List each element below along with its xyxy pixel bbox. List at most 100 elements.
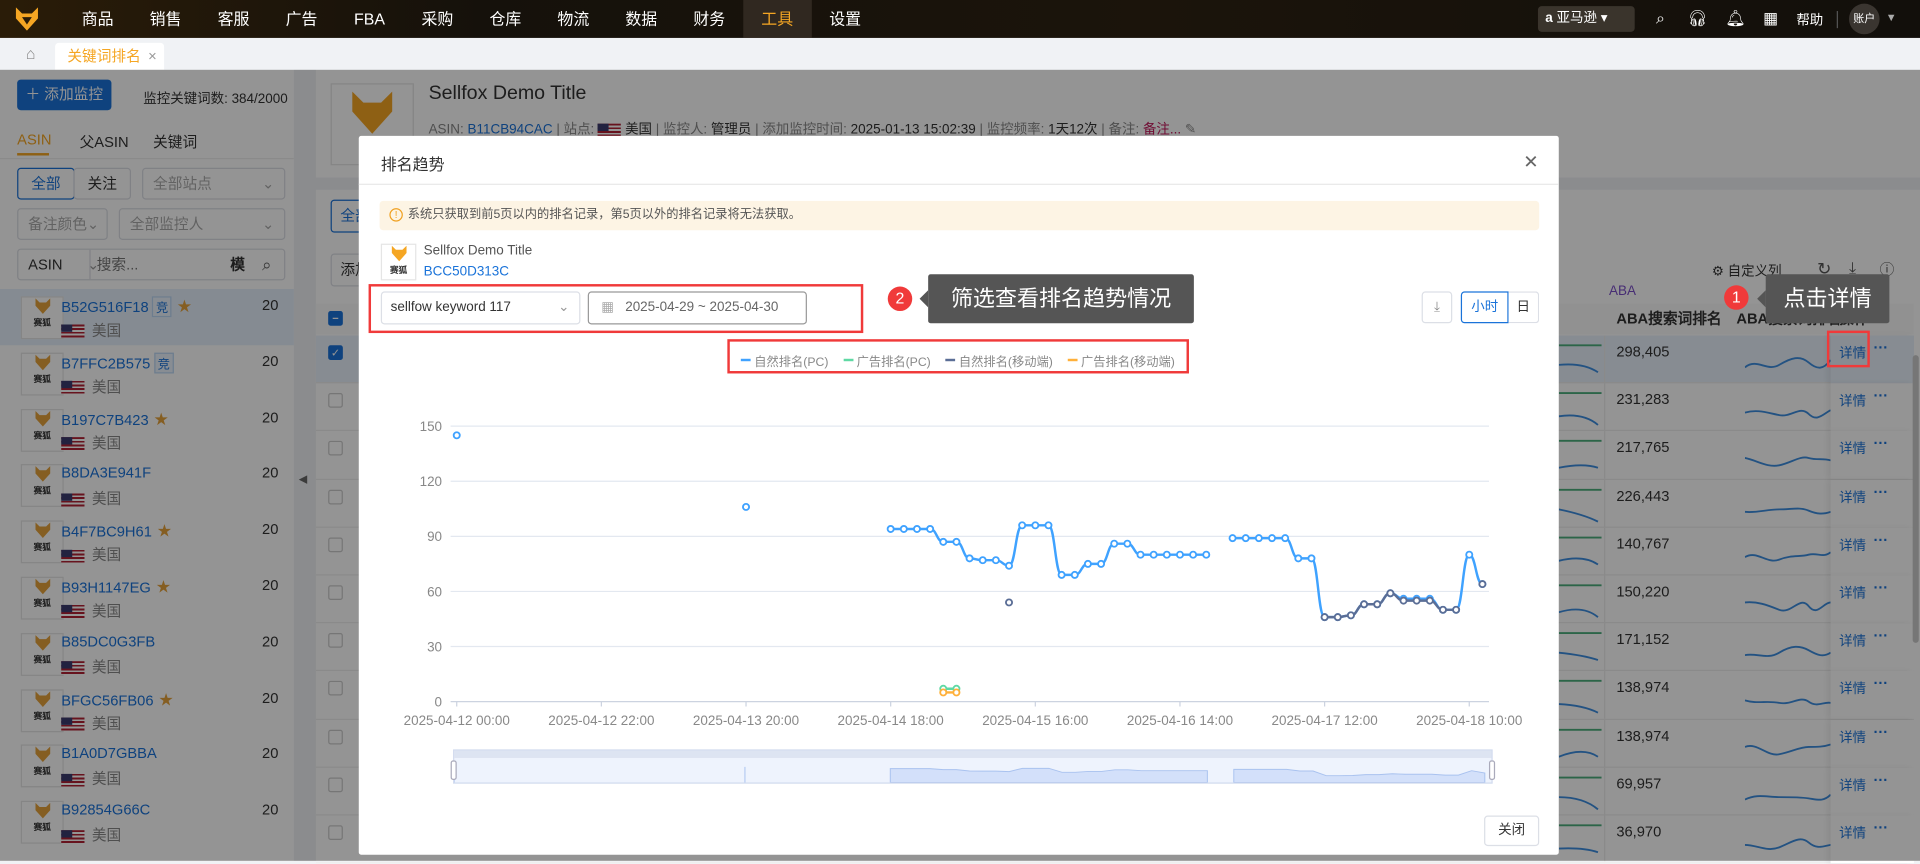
data-point[interactable] [952, 688, 961, 697]
highlight-detail-box [1826, 330, 1870, 368]
data-point[interactable] [1031, 521, 1040, 530]
data-point[interactable] [1281, 534, 1290, 543]
data-point[interactable] [1202, 550, 1211, 559]
info-alert: ! 系统只获取到前5页以内的排名记录，第5页以外的排名记录将无法获取。 [379, 200, 1540, 231]
nav-item[interactable]: 采购 [403, 0, 471, 38]
data-point[interactable] [1228, 534, 1237, 543]
data-point[interactable] [1005, 561, 1013, 570]
data-point[interactable] [899, 525, 908, 533]
step-1-badge: 1 [1724, 285, 1749, 310]
data-point[interactable] [1254, 534, 1263, 543]
warning-icon: ! [389, 208, 403, 222]
data-point[interactable] [912, 525, 921, 533]
close-button[interactable]: 关闭 [1484, 815, 1540, 847]
rank-trend-modal: 排名趋势 ✕ ! 系统只获取到前5页以内的排名记录，第5页以外的排名记录将无法获取… [358, 135, 1559, 855]
data-point[interactable] [1412, 596, 1421, 605]
slider-right-handle[interactable] [1488, 760, 1496, 781]
data-point[interactable] [939, 688, 948, 697]
slider-left-handle[interactable] [450, 760, 457, 781]
modal-product-asin[interactable]: BCC50D313C [424, 264, 509, 279]
data-point[interactable] [886, 525, 895, 533]
nav-item[interactable]: 设置 [811, 0, 879, 38]
data-point[interactable] [1175, 550, 1184, 559]
apps-grid-icon[interactable]: ▦ [1761, 9, 1781, 29]
data-point[interactable] [1189, 550, 1198, 559]
nav-item[interactable]: 工具 [743, 0, 812, 38]
data-point[interactable] [1044, 521, 1053, 530]
data-point[interactable] [1083, 559, 1092, 568]
y-tick-label: 60 [427, 584, 442, 599]
nav-item[interactable]: FBA [336, 0, 404, 38]
data-point[interactable] [1465, 550, 1474, 559]
data-point[interactable] [952, 537, 961, 546]
data-point[interactable] [991, 556, 1000, 565]
search-icon[interactable]: ⌕ [1651, 9, 1671, 29]
slider-drag-bar[interactable] [454, 750, 1492, 758]
export-download-icon[interactable]: ⤓ [1421, 291, 1453, 324]
bell-icon[interactable]: 🔔︎ [1725, 9, 1745, 29]
data-point[interactable] [1452, 605, 1461, 614]
nav-item[interactable]: 商品 [64, 0, 132, 38]
data-point[interactable] [1136, 550, 1145, 559]
data-point[interactable] [978, 556, 987, 565]
data-point[interactable] [1005, 598, 1013, 607]
data-point[interactable] [1268, 534, 1276, 543]
nav-item[interactable]: 数据 [607, 0, 675, 38]
data-point[interactable] [1307, 554, 1316, 563]
data-point[interactable] [1320, 613, 1329, 622]
y-tick-label: 0 [435, 695, 442, 710]
tab-keyword-rank[interactable]: 关键词排名 × [55, 42, 165, 70]
nav-item[interactable]: 财务 [675, 0, 743, 38]
home-icon[interactable]: ⌂ [20, 44, 42, 66]
data-point[interactable] [1162, 550, 1171, 559]
data-zoom-slider[interactable] [450, 749, 1496, 784]
data-point[interactable] [1057, 570, 1066, 579]
data-point[interactable] [1149, 550, 1158, 559]
data-point[interactable] [1373, 600, 1382, 609]
data-point[interactable] [1018, 521, 1027, 530]
granularity-hour-button[interactable]: 小时 [1460, 291, 1509, 324]
data-point[interactable] [1478, 580, 1487, 589]
data-point[interactable] [1294, 554, 1303, 563]
data-point[interactable] [1241, 534, 1250, 543]
platform-selector[interactable]: a 亚马逊 ▾ [1537, 6, 1635, 32]
amazon-icon: a [1545, 11, 1553, 26]
step-1-tooltip: 点击详情 [1757, 274, 1890, 324]
account-avatar[interactable]: 账户 [1848, 3, 1880, 35]
nav-item[interactable]: 广告 [268, 0, 336, 38]
help-link[interactable]: 帮助 [1796, 10, 1823, 30]
caret-down-icon[interactable]: ▼ [1886, 11, 1897, 23]
data-point[interactable] [1070, 570, 1079, 579]
data-point[interactable] [1425, 596, 1434, 605]
data-point[interactable] [452, 431, 461, 440]
data-point[interactable] [965, 554, 974, 563]
sellfox-logo-icon[interactable] [15, 6, 39, 32]
data-point[interactable] [939, 537, 948, 546]
y-tick-label: 150 [420, 419, 442, 434]
nav-item[interactable]: 物流 [539, 0, 607, 38]
nav-item[interactable]: 仓库 [471, 0, 539, 38]
close-tab-icon[interactable]: × [148, 48, 157, 65]
nav-item[interactable]: 销售 [132, 0, 200, 38]
granularity-day-button[interactable]: 日 [1508, 291, 1540, 324]
modal-product-title: Sellfox Demo Title [423, 243, 533, 259]
x-tick-label: 2025-04-17 12:00 [1271, 713, 1377, 728]
close-icon[interactable]: ✕ [1523, 151, 1538, 173]
data-point[interactable] [1360, 600, 1369, 609]
slider-preview [454, 761, 1486, 783]
data-point[interactable] [1110, 539, 1119, 548]
data-point[interactable] [1399, 596, 1408, 605]
data-point[interactable] [1438, 605, 1447, 614]
data-point[interactable] [742, 502, 751, 511]
data-point[interactable] [1346, 611, 1355, 620]
data-point[interactable] [1386, 589, 1395, 598]
nav-item[interactable]: 客服 [200, 0, 268, 38]
data-point[interactable] [1123, 539, 1132, 548]
data-point[interactable] [926, 525, 935, 533]
data-point[interactable] [1333, 613, 1342, 622]
x-tick-label: 2025-04-12 00:00 [404, 713, 510, 728]
thumb-text: 赛狐 [390, 266, 408, 276]
headset-icon[interactable]: 🎧︎ [1687, 9, 1707, 29]
data-point[interactable] [1097, 559, 1106, 568]
alert-text: 系统只获取到前5页以内的排名记录，第5页以外的排名记录将无法获取。 [407, 208, 801, 222]
